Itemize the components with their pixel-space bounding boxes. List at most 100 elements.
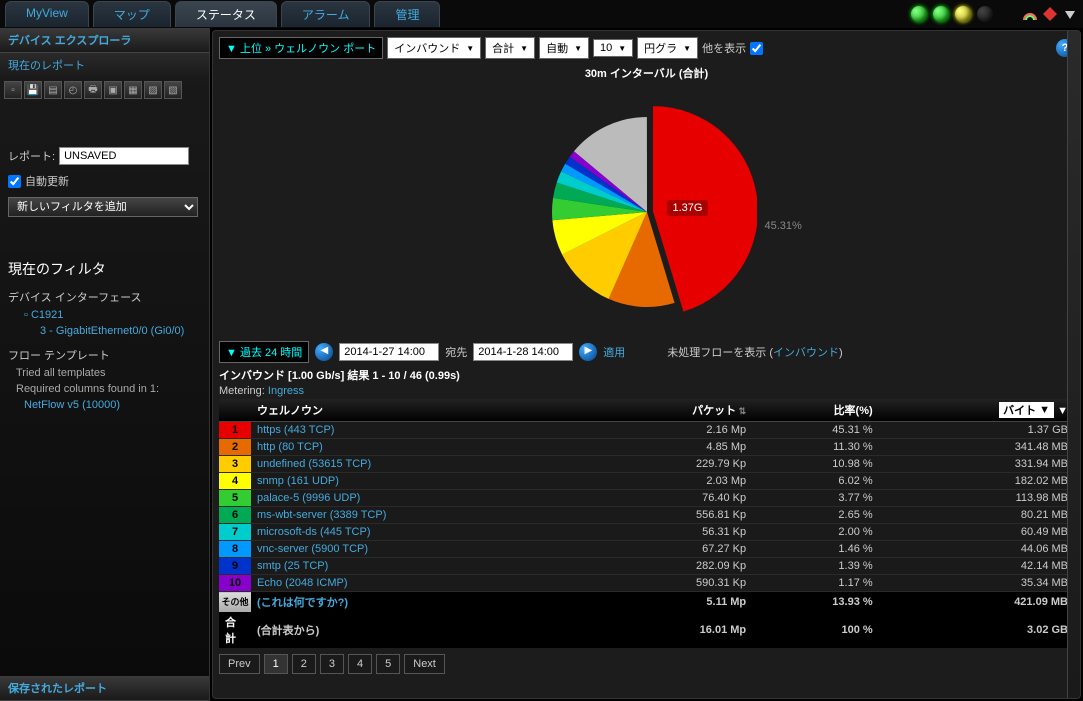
tab-マップ[interactable]: マップ xyxy=(93,1,171,27)
agg-select[interactable]: 合計 xyxy=(485,37,535,59)
device-node[interactable]: ▫ C1921 xyxy=(0,307,209,323)
pager: Prev 12345 Next xyxy=(219,654,1074,674)
port-cell[interactable]: vnc-server (5900 TCP) xyxy=(251,541,593,558)
table-row: 7microsoft-ds (445 TCP)56.31 Kp2.00 %60.… xyxy=(219,524,1074,541)
packets-cell: 2.03 Mp xyxy=(593,473,753,490)
pie-main-label: 1.37G xyxy=(667,200,709,216)
page-4[interactable]: 4 xyxy=(348,654,372,674)
time-range-select[interactable]: ▼ 過去 24 時間 xyxy=(219,341,309,363)
col-bytes[interactable]: バイト ▼ ▼ xyxy=(879,399,1074,422)
table-row: 4snmp (161 UDP)2.03 Mp6.02 %182.02 MB xyxy=(219,473,1074,490)
col-port[interactable]: ウェルノウン xyxy=(251,399,593,422)
pct-cell: 45.31 % xyxy=(752,422,879,439)
port-cell[interactable]: snmp (161 UDP) xyxy=(251,473,593,490)
tab-myview[interactable]: MyView xyxy=(5,1,89,27)
rank-cell: 8 xyxy=(219,541,251,558)
packets-cell: 556.81 Kp xyxy=(593,507,753,524)
sidebar: デバイス エクスプローラ 現在のレポート ▫ 💾 ▤ ◴ 🖶 ▣ ▦ ▨ ▧ レ… xyxy=(0,28,210,701)
port-cell[interactable]: palace-5 (9996 UDP) xyxy=(251,490,593,507)
raw-flow-link[interactable]: インバウンド xyxy=(773,347,839,359)
col-pct[interactable]: 比率(%) xyxy=(752,399,879,422)
tool-icon-8[interactable]: ▨ xyxy=(144,81,162,99)
page-3[interactable]: 3 xyxy=(320,654,344,674)
tab-管理[interactable]: 管理 xyxy=(374,1,440,27)
pct-cell: 2.00 % xyxy=(752,524,879,541)
auto-update-checkbox[interactable] xyxy=(8,175,21,188)
tool-icon-1[interactable]: ▫ xyxy=(4,81,22,99)
status-led-4 xyxy=(977,6,993,22)
add-filter-select[interactable]: 新しいフィルタを追加 xyxy=(8,197,198,217)
packets-cell: 56.31 Kp xyxy=(593,524,753,541)
port-cell[interactable]: smtp (25 TCP) xyxy=(251,558,593,575)
time-from-input[interactable] xyxy=(339,343,439,361)
tab-アラーム[interactable]: アラーム xyxy=(281,1,371,27)
bytes-cell: 1.37 GB xyxy=(879,422,1074,439)
rank-cell: 9 xyxy=(219,558,251,575)
col-packets[interactable]: パケット xyxy=(593,399,753,422)
bytes-cell: 35.34 MB xyxy=(879,575,1074,592)
bytes-cell: 60.49 MB xyxy=(879,524,1074,541)
flow-template-label: フロー テンプレート xyxy=(0,345,209,365)
packets-cell: 229.79 Kp xyxy=(593,456,753,473)
auto-update-label: 自動更新 xyxy=(25,173,69,189)
saved-reports-header[interactable]: 保存されたレポート xyxy=(0,676,209,701)
tool-icon-3[interactable]: ▤ xyxy=(44,81,62,99)
tool-icon-2[interactable]: 💾 xyxy=(24,81,42,99)
next-button[interactable]: Next xyxy=(404,654,445,674)
current-report-header[interactable]: 現在のレポート xyxy=(0,53,209,77)
tool-icon-9[interactable]: ▧ xyxy=(164,81,182,99)
tool-icon-7[interactable]: ▦ xyxy=(124,81,142,99)
metering-link[interactable]: Ingress xyxy=(268,385,304,397)
report-label: レポート: xyxy=(8,148,55,164)
tool-icon-5[interactable]: 🖶 xyxy=(84,81,102,99)
port-cell[interactable]: http (80 TCP) xyxy=(251,439,593,456)
table-row: 10Echo (2048 ICMP)590.31 Kp1.17 %35.34 M… xyxy=(219,575,1074,592)
down-arrow-icon[interactable] xyxy=(1062,6,1078,22)
direction-select[interactable]: インバウンド xyxy=(387,37,481,59)
show-other-checkbox[interactable] xyxy=(750,42,763,55)
interface-node[interactable]: 3 - GigabitEthernet0/0 (Gi0/0) xyxy=(0,323,209,339)
packets-cell: 590.31 Kp xyxy=(593,575,753,592)
top-selector[interactable]: ▼ 上位 » ウェルノウン ポート xyxy=(219,37,383,59)
status-led-2 xyxy=(933,6,949,22)
apply-link[interactable]: 適用 xyxy=(603,344,625,360)
pie-main-pct: 45.31% xyxy=(765,220,802,232)
port-cell[interactable]: https (443 TCP) xyxy=(251,422,593,439)
raw-flow-label: 未処理フローを表示 (インバウンド) xyxy=(667,344,842,360)
bytes-cell: 113.98 MB xyxy=(879,490,1074,507)
page-5[interactable]: 5 xyxy=(376,654,400,674)
time-prev-icon[interactable]: ◀ xyxy=(315,343,333,361)
count-select[interactable]: 10 xyxy=(593,39,633,57)
netflow-node[interactable]: NetFlow v5 (10000) xyxy=(0,397,209,413)
port-cell[interactable]: microsoft-ds (445 TCP) xyxy=(251,524,593,541)
page-2[interactable]: 2 xyxy=(292,654,316,674)
port-cell[interactable]: Echo (2048 ICMP) xyxy=(251,575,593,592)
table-row: 2http (80 TCP)4.85 Mp11.30 %341.48 MB xyxy=(219,439,1074,456)
packets-cell: 67.27 Kp xyxy=(593,541,753,558)
chart-type-select[interactable]: 円グラ xyxy=(637,37,698,59)
port-cell[interactable]: ms-wbt-server (3389 TCP) xyxy=(251,507,593,524)
tool-icon-4[interactable]: ◴ xyxy=(64,81,82,99)
rainbow-icon[interactable] xyxy=(1022,6,1038,22)
tab-ステータス[interactable]: ステータス xyxy=(175,1,277,27)
rank-cell: 7 xyxy=(219,524,251,541)
other-label: その他 xyxy=(219,592,251,613)
table-row: 8vnc-server (5900 TCP)67.27 Kp1.46 %44.0… xyxy=(219,541,1074,558)
time-to-input[interactable] xyxy=(473,343,573,361)
packets-cell: 76.40 Kp xyxy=(593,490,753,507)
status-led-1 xyxy=(911,6,927,22)
port-cell[interactable]: undefined (53615 TCP) xyxy=(251,456,593,473)
other-question[interactable]: (これは何ですか?) xyxy=(251,592,593,613)
table-row: 3undefined (53615 TCP)229.79 Kp10.98 %33… xyxy=(219,456,1074,473)
req-columns: Required columns found in 1: xyxy=(0,381,209,397)
diamond-icon[interactable] xyxy=(1042,6,1058,22)
pct-cell: 6.02 % xyxy=(752,473,879,490)
main-panel: ▼ 上位 » ウェルノウン ポート インバウンド 合計 自動 10 円グラ 他を… xyxy=(212,30,1081,699)
time-next-icon[interactable]: ▶ xyxy=(579,343,597,361)
page-1[interactable]: 1 xyxy=(264,654,288,674)
auto-select[interactable]: 自動 xyxy=(539,37,589,59)
tool-icon-6[interactable]: ▣ xyxy=(104,81,122,99)
pie-chart: 1.37G 45.31% xyxy=(219,87,1074,337)
report-name-input[interactable] xyxy=(59,147,189,165)
prev-button[interactable]: Prev xyxy=(219,654,260,674)
